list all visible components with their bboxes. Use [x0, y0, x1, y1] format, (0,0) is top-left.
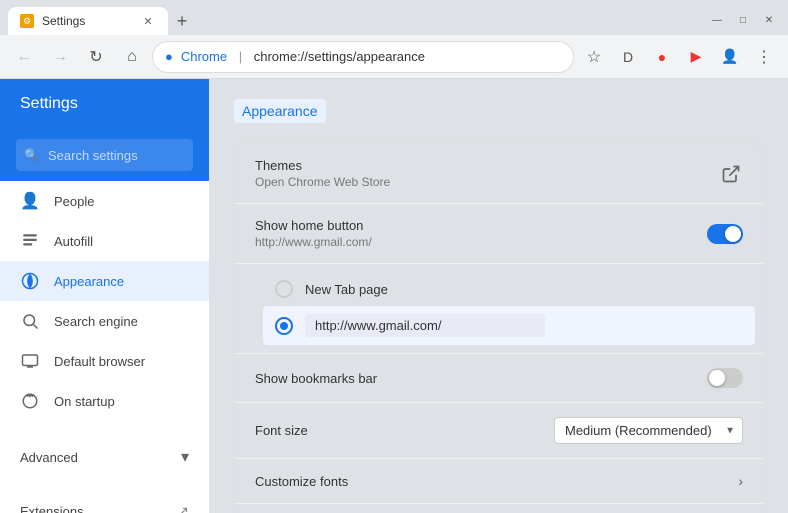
address-path: chrome://settings/appearance	[254, 49, 425, 64]
tab-title: Settings	[42, 14, 85, 28]
expand-icon: ▾	[181, 447, 189, 467]
sidebar-item-autofill[interactable]: Autofill	[0, 221, 209, 261]
search-input[interactable]	[16, 139, 193, 171]
font-size-dropdown[interactable]: Medium (Recommended) Small Large Very La…	[554, 417, 743, 444]
radio-new-tab-label: New Tab page	[305, 282, 388, 297]
show-bookmarks-bar-toggle[interactable]	[707, 368, 743, 388]
show-bookmarks-bar-title: Show bookmarks bar	[255, 371, 707, 386]
back-button[interactable]: ←	[8, 41, 40, 73]
sidebar-item-default-browser[interactable]: Default browser	[0, 341, 209, 381]
extension-o-button[interactable]: ●	[646, 41, 678, 73]
autofill-icon	[20, 231, 40, 251]
themes-subtitle: Open Chrome Web Store	[255, 175, 719, 189]
font-size-row: Font size Medium (Recommended) Small Lar…	[235, 403, 763, 459]
settings-card: Themes Open Chrome Web Store	[234, 143, 764, 513]
sidebar-label-autofill: Autofill	[54, 234, 93, 249]
radio-url-input[interactable]	[305, 314, 545, 337]
sidebar-item-on-startup[interactable]: On startup	[0, 381, 209, 421]
sidebar-label-search-engine: Search engine	[54, 314, 138, 329]
show-bookmarks-bar-row: Show bookmarks bar	[235, 354, 763, 403]
show-home-button-sub: http://www.gmail.com/	[255, 235, 707, 249]
active-tab[interactable]: ⚙ Settings ✕	[8, 7, 168, 35]
new-tab-button[interactable]: +	[168, 7, 196, 35]
search-icon	[20, 311, 40, 331]
radio-new-tab-circle	[275, 280, 293, 298]
bookmarks-toggle-thumb	[709, 370, 725, 386]
sidebar-advanced[interactable]: Advanced ▾	[0, 437, 209, 477]
sidebar-extensions[interactable]: Extensions ↗	[0, 493, 209, 513]
extension-d-button[interactable]: D	[612, 41, 644, 73]
tab-close-button[interactable]: ✕	[140, 13, 156, 29]
show-home-button-toggle[interactable]	[707, 224, 743, 244]
sidebar-label-appearance: Appearance	[54, 274, 124, 289]
default-browser-icon	[20, 351, 40, 371]
sidebar-item-appearance[interactable]: Appearance	[0, 261, 209, 301]
customize-fonts-title: Customize fonts	[255, 474, 738, 489]
sidebar: Settings 👤 People Autofill App	[0, 79, 210, 513]
section-title: Appearance	[234, 99, 326, 123]
menu-button[interactable]: ⋮	[748, 41, 780, 73]
minimize-button[interactable]: —	[706, 9, 728, 31]
sidebar-label-people: People	[54, 194, 94, 209]
on-startup-icon	[20, 391, 40, 411]
sidebar-item-people[interactable]: 👤 People	[0, 181, 209, 221]
external-link-icon: ↗	[177, 503, 189, 513]
home-button[interactable]: ⌂	[116, 41, 148, 73]
page-zoom-row: Page zoom 100% 75% 90% 110% 125%	[235, 504, 763, 513]
sidebar-item-search-engine[interactable]: Search engine	[0, 301, 209, 341]
appearance-icon	[20, 271, 40, 291]
people-icon: 👤	[20, 191, 40, 211]
themes-external-link-icon[interactable]	[719, 162, 743, 186]
profile-button[interactable]: 👤	[714, 41, 746, 73]
extension-y-button[interactable]: ▶	[680, 41, 712, 73]
font-size-title: Font size	[255, 423, 554, 438]
sidebar-label-default-browser: Default browser	[54, 354, 145, 369]
show-home-button-row: Show home button http://www.gmail.com/	[235, 204, 763, 264]
address-bar[interactable]: ● Chrome | chrome://settings/appearance	[152, 41, 574, 73]
sidebar-label-on-startup: On startup	[54, 394, 115, 409]
themes-title: Themes	[255, 158, 719, 173]
radio-url-circle	[275, 317, 293, 335]
forward-button[interactable]: →	[44, 41, 76, 73]
tab-favicon: ⚙	[20, 14, 34, 28]
customize-fonts-row[interactable]: Customize fonts ›	[235, 459, 763, 504]
sidebar-extensions-label: Extensions	[20, 504, 163, 513]
toggle-thumb	[725, 226, 741, 242]
sidebar-advanced-label: Advanced	[20, 450, 181, 465]
radio-url[interactable]	[263, 306, 755, 345]
bookmark-button[interactable]: ☆	[578, 41, 610, 73]
close-button[interactable]: ✕	[758, 9, 780, 31]
lock-icon: ●	[165, 49, 173, 64]
customize-fonts-arrow: ›	[738, 473, 743, 489]
radio-section: New Tab page	[235, 264, 763, 354]
main-content: Appearance Themes Open Chrome Web Store	[210, 79, 788, 513]
sidebar-title: Settings	[0, 79, 209, 129]
font-size-dropdown-wrapper: Medium (Recommended) Small Large Very La…	[554, 417, 743, 444]
address-separator: |	[235, 49, 246, 64]
radio-new-tab[interactable]: New Tab page	[275, 272, 743, 306]
themes-row: Themes Open Chrome Web Store	[235, 144, 763, 204]
show-home-button-title: Show home button	[255, 218, 707, 233]
address-site: Chrome	[181, 49, 227, 64]
maximize-button[interactable]: □	[732, 9, 754, 31]
reload-button[interactable]: ↻	[80, 41, 112, 73]
search-bar-container	[0, 129, 209, 181]
